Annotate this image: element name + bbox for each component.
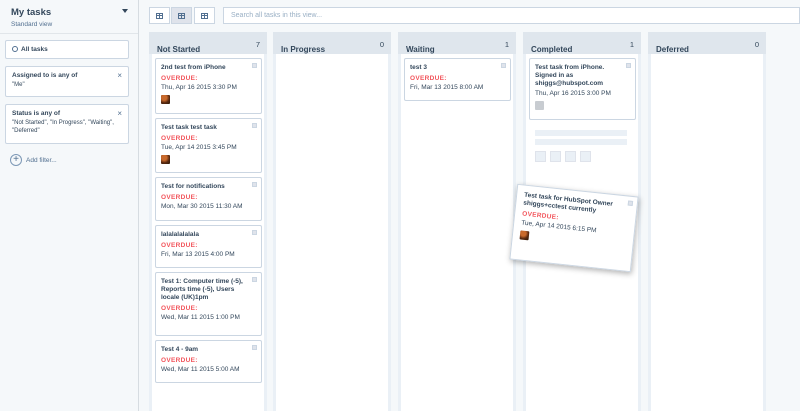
column-deferred: Deferred 0	[648, 32, 766, 411]
column-count: 1	[629, 40, 634, 49]
due-date: Mon, Mar 30 2015 11:30 AM	[161, 203, 243, 210]
column-title: Completed	[531, 45, 573, 54]
column-body	[651, 54, 763, 411]
due-date: Fri, Mar 13 2015 4:00 PM	[161, 251, 235, 258]
column-title: Waiting	[406, 45, 435, 54]
view-subtitle: Standard view	[11, 21, 53, 28]
column-in-progress: In Progress 0	[273, 32, 391, 411]
task-title: Test task test task	[161, 124, 217, 131]
overdue-label: OVERDUE:	[161, 357, 198, 364]
due-date: Thu, Apr 16 2015 3:30 PM	[161, 84, 237, 91]
due-date: Wed, Mar 11 2015 1:00 PM	[161, 314, 240, 321]
overdue-label: OVERDUE:	[161, 242, 198, 249]
list-view-button[interactable]	[149, 7, 170, 24]
column-title: In Progress	[281, 45, 326, 54]
overdue-label: OVERDUE:	[161, 75, 198, 82]
dragging-task-card[interactable]: Test task for HubSpot Owner shiggs+cctes…	[509, 183, 639, 273]
column-header: Completed 1	[523, 32, 641, 54]
chevron-down-icon[interactable]	[122, 9, 128, 13]
column-header: Not Started 7	[149, 32, 267, 54]
column-count: 0	[379, 40, 384, 49]
card-menu-icon[interactable]	[252, 277, 257, 282]
due-date: Tue, Apr 14 2015 3:45 PM	[161, 144, 237, 151]
column-body: test 3 OVERDUE: Fri, Mar 13 2015 8:00 AM	[401, 54, 513, 411]
column-waiting: Waiting 1 test 3 OVERDUE: Fri, Mar 13 20…	[398, 32, 516, 411]
task-card[interactable]: Test task from iPhone. Signed in as shig…	[529, 58, 636, 120]
card-menu-icon[interactable]	[627, 200, 634, 207]
column-not-started: Not Started 7 2nd test from iPhone OVERD…	[149, 32, 267, 411]
avatar	[161, 155, 170, 164]
card-menu-icon[interactable]	[626, 63, 631, 68]
add-filter-button[interactable]: + Add filter...	[10, 154, 57, 166]
card-menu-icon[interactable]	[252, 182, 257, 187]
task-title: Test 1: Computer time (-5), Reports time…	[161, 278, 243, 301]
task-title: lalalalalalala	[161, 231, 199, 238]
overdue-label: OVERDUE:	[161, 305, 198, 312]
overdue-label: OVERDUE:	[410, 75, 447, 82]
due-date: Thu, Apr 16 2015 3:00 PM	[535, 90, 611, 97]
overdue-label: OVERDUE:	[161, 194, 198, 201]
task-title: Test for notifications	[161, 183, 225, 190]
clock-icon	[12, 46, 18, 52]
avatar	[519, 230, 530, 241]
calendar-icon	[201, 12, 208, 19]
avatar	[161, 95, 170, 104]
filter-all-tasks[interactable]: All tasks	[5, 40, 129, 59]
filter-value: "Not Started", "In Progress", "Waiting",…	[12, 120, 114, 134]
plus-icon: +	[10, 154, 22, 166]
filter-assigned-to[interactable]: Assigned to is any of "Me" ×	[5, 66, 129, 97]
card-menu-icon[interactable]	[252, 123, 257, 128]
card-menu-icon[interactable]	[252, 230, 257, 235]
grid-icon	[156, 12, 163, 19]
task-card[interactable]: Test 4 - 9am OVERDUE: Wed, Mar 11 2015 5…	[155, 340, 262, 383]
close-icon[interactable]: ×	[117, 71, 122, 80]
card-menu-icon[interactable]	[501, 63, 506, 68]
column-header: Waiting 1	[398, 32, 516, 54]
task-card[interactable]: Test task test task OVERDUE: Tue, Apr 14…	[155, 118, 262, 173]
task-card[interactable]: test 3 OVERDUE: Fri, Mar 13 2015 8:00 AM	[404, 58, 511, 101]
view-selector[interactable]: My tasks Standard view	[0, 0, 138, 34]
task-title: Test task from iPhone. Signed in as shig…	[535, 64, 605, 87]
task-card[interactable]: 2nd test from iPhone OVERDUE: Thu, Apr 1…	[155, 58, 262, 114]
card-menu-icon[interactable]	[252, 345, 257, 350]
filter-status[interactable]: Status is any of "Not Started", "In Prog…	[5, 104, 129, 144]
search-input[interactable]: Search all tasks in this view...	[223, 7, 800, 24]
add-filter-label: Add filter...	[26, 156, 57, 164]
task-title: 2nd test from iPhone	[161, 64, 226, 71]
board-view-button[interactable]	[171, 7, 192, 24]
overdue-label: OVERDUE:	[161, 135, 198, 142]
avatar	[535, 101, 544, 110]
view-title: My tasks	[11, 7, 52, 18]
column-body	[276, 54, 388, 411]
filter-title: All tasks	[21, 46, 48, 53]
board-icon	[178, 12, 185, 19]
column-header: Deferred 0	[648, 32, 766, 54]
task-card[interactable]: lalalalalalala OVERDUE: Fri, Mar 13 2015…	[155, 225, 262, 268]
filter-title: Assigned to is any of	[12, 72, 78, 79]
task-title: Test 4 - 9am	[161, 346, 199, 353]
column-title: Not Started	[157, 45, 201, 54]
column-body: 2nd test from iPhone OVERDUE: Thu, Apr 1…	[152, 54, 264, 411]
filter-title: Status is any of	[12, 110, 61, 117]
column-count: 0	[754, 40, 759, 49]
filter-value: "Me"	[12, 82, 25, 88]
card-menu-icon[interactable]	[252, 63, 257, 68]
due-date: Fri, Mar 13 2015 8:00 AM	[410, 84, 484, 91]
task-card[interactable]: Test for notifications OVERDUE: Mon, Mar…	[155, 177, 262, 221]
close-icon[interactable]: ×	[117, 109, 122, 118]
task-title: test 3	[410, 64, 427, 71]
calendar-view-button[interactable]	[194, 7, 215, 24]
column-header: In Progress 0	[273, 32, 391, 54]
sidebar: My tasks Standard view All tasks Assigne…	[0, 0, 139, 411]
column-count: 7	[255, 40, 260, 49]
task-card[interactable]: Test 1: Computer time (-5), Reports time…	[155, 272, 262, 336]
due-date: Wed, Mar 11 2015 5:00 AM	[161, 366, 240, 373]
column-count: 1	[504, 40, 509, 49]
toolbar: Search all tasks in this view...	[139, 0, 800, 32]
column-title: Deferred	[656, 45, 689, 54]
